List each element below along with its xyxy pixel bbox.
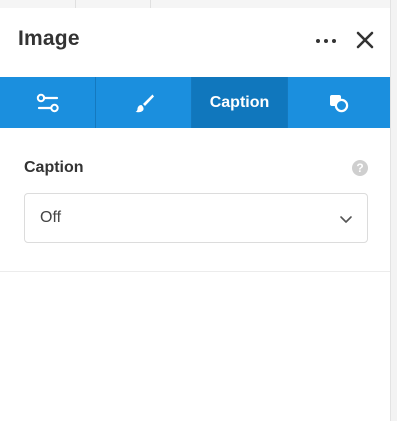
caption-settings-section: Caption ? Off	[0, 128, 390, 272]
tab-divider	[150, 0, 151, 8]
more-dot	[324, 39, 328, 43]
caption-select-value: Off	[40, 209, 62, 226]
close-button[interactable]	[355, 30, 375, 50]
sliders-icon	[36, 93, 59, 112]
panel-title: Image	[18, 27, 80, 50]
close-icon	[356, 31, 374, 49]
tab-caption-label: Caption	[209, 93, 270, 111]
more-dot	[316, 39, 320, 43]
panel-right-edge	[390, 0, 397, 421]
shapes-icon	[330, 94, 349, 112]
caption-field-label: Caption	[24, 159, 84, 176]
brush-icon	[135, 94, 154, 112]
panel-tabs: Caption	[0, 77, 390, 128]
tab-advanced[interactable]	[288, 77, 390, 128]
caption-select[interactable]: Off	[24, 193, 368, 243]
tab-general[interactable]	[0, 77, 96, 128]
tab-divider	[75, 0, 76, 8]
panel-header: Image	[0, 8, 390, 77]
more-options-button[interactable]	[314, 34, 340, 48]
more-dot	[332, 39, 336, 43]
tab-style[interactable]	[96, 77, 192, 128]
tab-caption[interactable]: Caption	[192, 77, 288, 128]
chevron-down-icon	[340, 216, 352, 223]
help-icon[interactable]: ?	[352, 160, 368, 176]
